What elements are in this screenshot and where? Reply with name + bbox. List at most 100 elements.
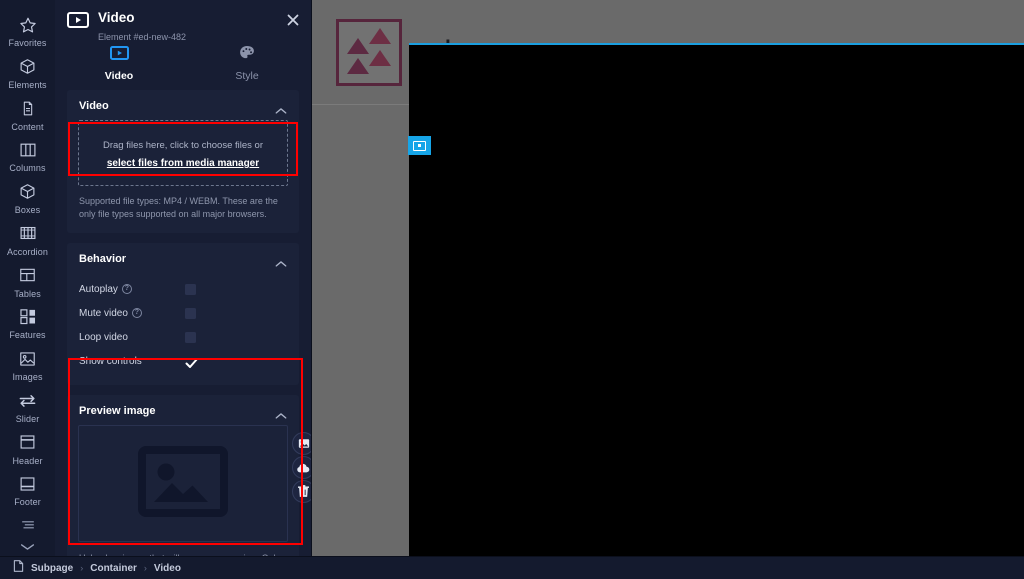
chevron-up-icon[interactable] bbox=[275, 102, 287, 114]
breadcrumb-item-video[interactable]: Video bbox=[154, 563, 181, 574]
trash-icon[interactable] bbox=[292, 480, 311, 503]
close-icon[interactable] bbox=[285, 12, 301, 28]
header-icon bbox=[19, 432, 36, 453]
element-properties-panel: Video Element #ed-new-482 Video Style Vi… bbox=[55, 0, 312, 556]
star-icon bbox=[19, 14, 37, 35]
tab-label: Video bbox=[104, 69, 134, 82]
preview-image-frame[interactable] bbox=[78, 425, 288, 542]
behavior-row-loop: Loop video bbox=[67, 325, 299, 349]
sidebar-item-slider[interactable]: Slider bbox=[0, 390, 55, 429]
sidebar-item-favorites[interactable]: Favorites bbox=[0, 14, 55, 53]
sidebar-item-label: Content bbox=[11, 121, 44, 132]
sidebar-item-label: Columns bbox=[9, 163, 46, 174]
slider-arrows-icon bbox=[18, 390, 37, 411]
sidebar-item-boxes[interactable]: Boxes bbox=[0, 181, 55, 220]
features-icon bbox=[19, 306, 37, 327]
media-manager-link[interactable]: select files from media manager bbox=[107, 158, 259, 169]
document-icon bbox=[20, 98, 36, 119]
sidebar-more-button[interactable] bbox=[20, 517, 36, 556]
sidebar-item-footer[interactable]: Footer bbox=[0, 473, 55, 512]
panel-header: Video Element #ed-new-482 bbox=[55, 0, 311, 42]
breadcrumb-item-subpage[interactable]: Subpage bbox=[31, 563, 73, 574]
box-icon bbox=[19, 181, 36, 202]
section-video: Video Drag files here, click to choose f… bbox=[67, 90, 299, 233]
sidebar-item-columns[interactable]: Columns bbox=[0, 139, 55, 178]
video-dropzone[interactable]: Drag files here, click to choose files o… bbox=[78, 120, 288, 186]
cloud-upload-icon[interactable] bbox=[292, 456, 311, 479]
behavior-label: Autoplay ? bbox=[79, 284, 185, 295]
breadcrumb-item-container[interactable]: Container bbox=[90, 563, 137, 574]
page-title: Video bbox=[98, 10, 135, 25]
panel-tabs: Video Style bbox=[55, 40, 311, 87]
section-behavior-header[interactable]: Behavior bbox=[67, 243, 299, 273]
section-video-header[interactable]: Video bbox=[67, 90, 299, 120]
section-behavior: Behavior Autoplay ? Mute video ? Loop vi… bbox=[67, 243, 299, 385]
sidebar-item-features[interactable]: Features bbox=[0, 306, 55, 345]
video-play-icon bbox=[67, 12, 89, 28]
section-title: Behavior bbox=[79, 253, 127, 265]
tab-style[interactable]: Style bbox=[183, 40, 311, 87]
sidebar-item-accordion[interactable]: Accordion bbox=[0, 223, 55, 262]
sidebar-item-label: Tables bbox=[14, 288, 41, 299]
table-icon bbox=[19, 265, 36, 286]
loop-video-checkbox[interactable] bbox=[185, 331, 196, 343]
image-placeholder-icon bbox=[138, 445, 228, 522]
element-id-label: Element #ed-new-482 bbox=[98, 32, 187, 42]
show-controls-checkbox[interactable] bbox=[185, 356, 198, 368]
help-icon[interactable]: ? bbox=[121, 284, 132, 294]
tab-video[interactable]: Video bbox=[55, 40, 183, 87]
sidebar-item-label: Footer bbox=[14, 497, 41, 508]
sidebar-item-tables[interactable]: Tables bbox=[0, 265, 55, 304]
footer-icon bbox=[19, 473, 36, 494]
sidebar-item-label: Slider bbox=[15, 413, 40, 424]
video-element-preview[interactable] bbox=[409, 43, 1024, 556]
sidebar-item-images[interactable]: Images bbox=[0, 348, 55, 387]
section-preview-image: Preview image bbox=[67, 395, 311, 556]
sidebar-item-label: Favorites bbox=[8, 38, 47, 48]
sidebar-item-header[interactable]: Header bbox=[0, 432, 55, 471]
preview-image-actions bbox=[292, 432, 311, 503]
preview-image-note: Upload an image that will serve as a pre… bbox=[67, 542, 299, 556]
video-play-icon bbox=[109, 45, 129, 65]
chevron-up-icon[interactable] bbox=[275, 407, 287, 419]
behavior-label: Loop video bbox=[79, 331, 128, 343]
sidebar-item-label: Boxes bbox=[14, 205, 41, 215]
sidebar-item-label: Images bbox=[12, 372, 43, 382]
sidebar-item-label: Features bbox=[9, 330, 46, 341]
chevron-up-icon[interactable] bbox=[275, 255, 287, 267]
autoplay-checkbox[interactable] bbox=[185, 283, 196, 295]
chevron-down-icon bbox=[20, 538, 35, 556]
more-list-icon bbox=[20, 517, 36, 535]
tab-label: Style bbox=[235, 70, 259, 82]
section-preview-header[interactable]: Preview image bbox=[67, 395, 299, 425]
page-icon bbox=[13, 559, 24, 577]
website-preview-canvas: pesk display your work home about us pho… bbox=[312, 0, 1024, 556]
sidebar-item-elements[interactable]: Elements bbox=[0, 56, 55, 95]
accordion-icon bbox=[19, 223, 37, 244]
behavior-row-mute: Mute video ? bbox=[67, 301, 299, 325]
behavior-row-controls: Show controls bbox=[67, 349, 299, 373]
palette-icon bbox=[239, 45, 255, 65]
logo bbox=[336, 19, 402, 86]
cube-icon bbox=[19, 56, 36, 77]
help-icon[interactable]: ? bbox=[131, 308, 142, 318]
video-element-badge-icon[interactable] bbox=[408, 136, 431, 155]
supported-types-note: Supported file types: MP4 / WEBM. These … bbox=[79, 196, 278, 219]
section-title: Preview image bbox=[79, 405, 156, 417]
breadcrumb: Subpage › Container › Video bbox=[0, 556, 1024, 579]
image-picker-icon[interactable] bbox=[292, 432, 311, 455]
behavior-label: Show controls bbox=[79, 355, 142, 367]
dropzone-text: Drag files here, click to choose files o… bbox=[103, 140, 263, 151]
sidebar-item-label: Accordion bbox=[7, 246, 48, 257]
mute-video-checkbox[interactable] bbox=[185, 307, 196, 319]
sidebar-item-content[interactable]: Content bbox=[0, 98, 55, 137]
sidebar-item-label: Header bbox=[12, 455, 43, 466]
breadcrumb-separator: › bbox=[143, 563, 147, 573]
sidebar-item-label: Elements bbox=[8, 79, 47, 90]
editor-window: Favorites Elements Content Columns Boxes bbox=[0, 0, 1024, 579]
section-title: Video bbox=[79, 100, 109, 112]
element-sidebar: Favorites Elements Content Columns Boxes bbox=[0, 0, 55, 556]
breadcrumb-separator: › bbox=[80, 563, 84, 573]
behavior-label: Mute video ? bbox=[79, 308, 185, 319]
columns-icon bbox=[19, 139, 37, 160]
